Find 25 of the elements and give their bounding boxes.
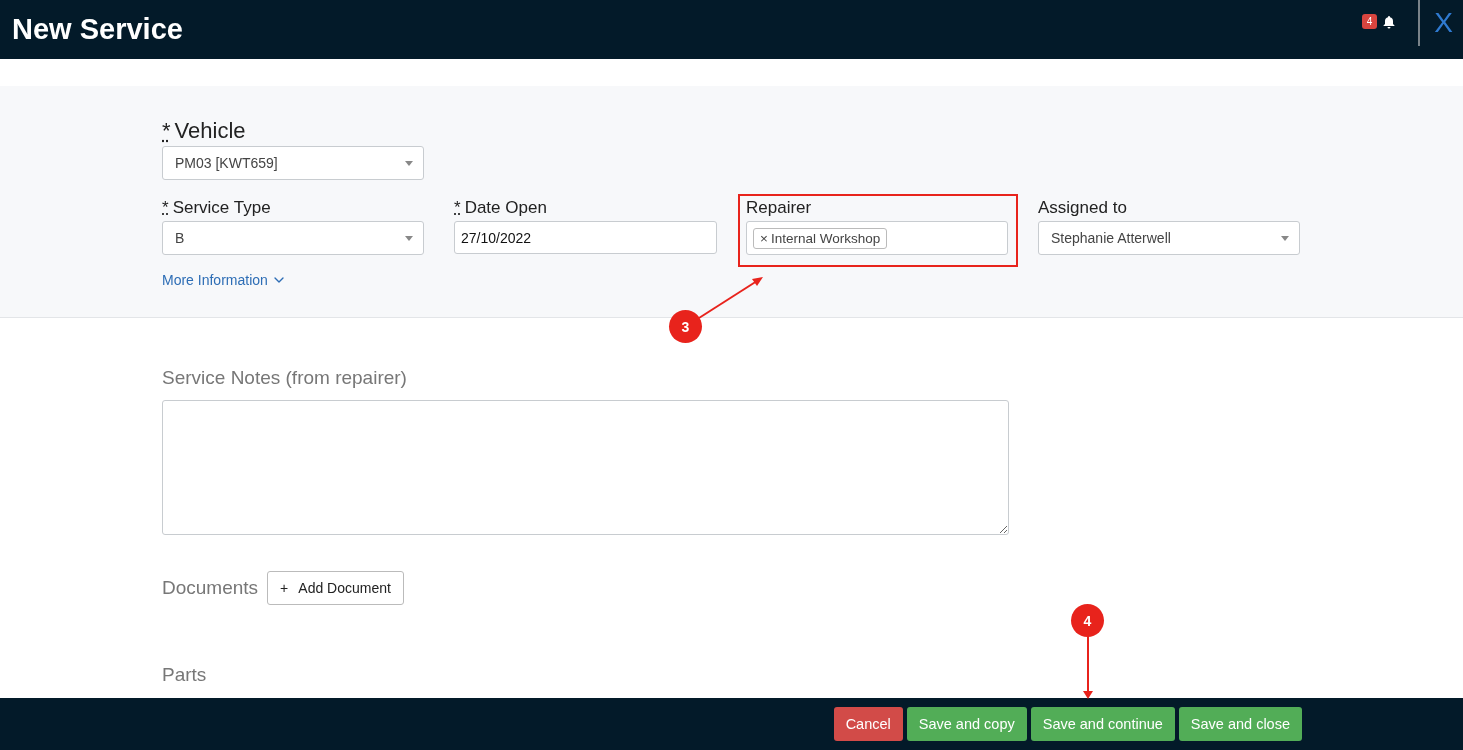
- section-label: Parts: [162, 664, 208, 686]
- cancel-button[interactable]: Cancel: [833, 707, 903, 741]
- field-label: Repairer: [746, 198, 813, 218]
- arrow: [697, 275, 765, 320]
- field-label: * Vehicle: [162, 118, 247, 144]
- field-label: * Date Open: [454, 198, 548, 218]
- step-callout: 4: [1071, 604, 1104, 637]
- tag-field[interactable]: × Internal Workshop: [746, 221, 1008, 255]
- select-field[interactable]: Stephanie Atterwell: [1038, 221, 1300, 255]
- section-label: Service Notes (from repairer): [162, 367, 408, 389]
- field-label: Assigned to: [1038, 198, 1128, 218]
- notification-badge: 4: [1361, 14, 1378, 29]
- step-callout: 3: [669, 310, 702, 343]
- bell-icon[interactable]: [1382, 14, 1397, 29]
- add-document-button[interactable]: + Add Document: [267, 571, 404, 605]
- arrow: [1082, 636, 1094, 700]
- page-title: New Service: [12, 13, 184, 46]
- select-field[interactable]: PM03 [KWT659]: [162, 146, 424, 180]
- select-field[interactable]: B: [162, 221, 424, 255]
- field-label: * Service Type: [162, 198, 272, 218]
- input-field[interactable]: 27/10/2022: [454, 221, 717, 254]
- close-button[interactable]: X: [1420, 6, 1463, 39]
- notes-field[interactable]: [162, 400, 1009, 535]
- more-information-link[interactable]: More Information: [162, 272, 287, 288]
- section-label: Documents: [162, 577, 259, 599]
